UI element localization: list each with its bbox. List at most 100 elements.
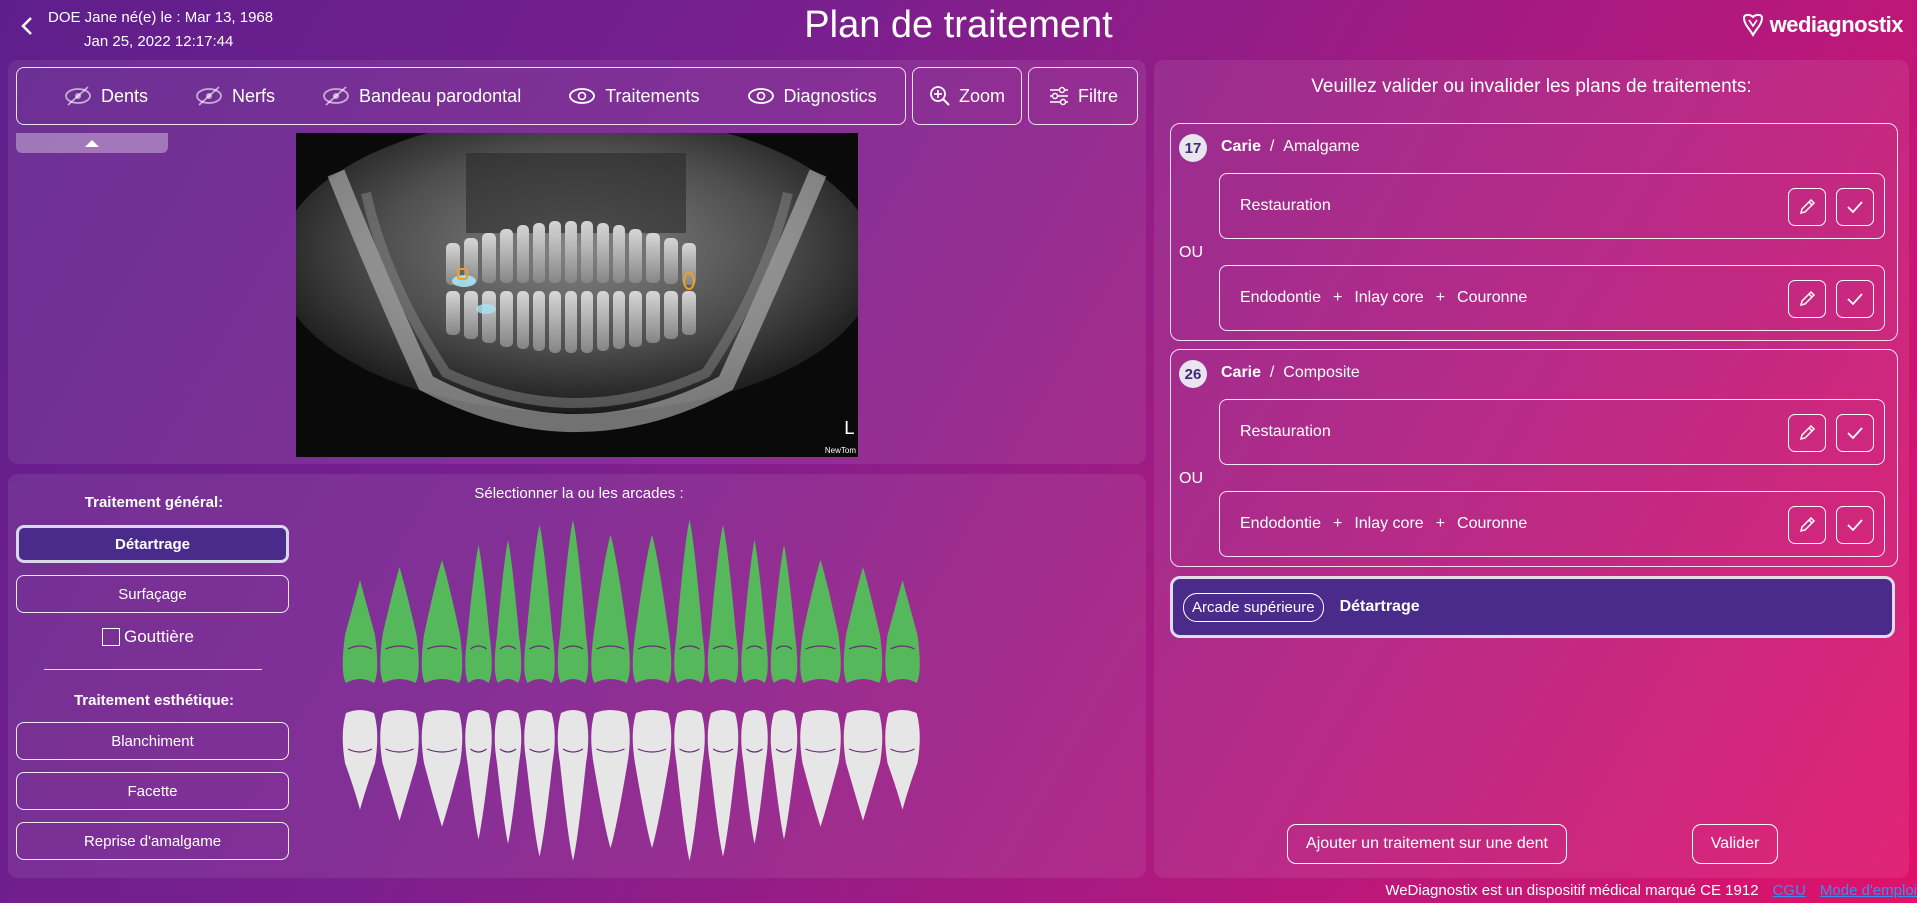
upper-tooth[interactable] [494, 540, 522, 683]
lower-tooth[interactable] [421, 710, 463, 827]
or-separator: OU [1179, 244, 1203, 261]
validate-option-button[interactable] [1836, 188, 1874, 226]
validate-option-button[interactable] [1836, 414, 1874, 452]
validate-button[interactable]: Valider [1692, 824, 1778, 864]
validate-option-button[interactable] [1836, 280, 1874, 318]
arcade-treatment-item[interactable]: Arcade supérieure Détartrage [1170, 576, 1895, 638]
filter-button[interactable]: Filtre [1028, 67, 1138, 125]
treatment-step: Couronne [1457, 515, 1528, 532]
general-treatment-title: Traitement général: [84, 494, 224, 511]
toggle-dents-label: Dents [101, 85, 149, 106]
upper-arch[interactable] [342, 520, 920, 683]
upper-tooth[interactable] [421, 560, 463, 683]
reprise-amalgame-button[interactable]: Reprise d'amalgame [16, 822, 289, 860]
upper-tooth[interactable] [800, 560, 841, 683]
upper-tooth[interactable] [465, 545, 492, 683]
xray-image [296, 133, 858, 457]
upper-tooth[interactable] [591, 535, 630, 683]
eye-slash-icon [196, 86, 222, 106]
upper-tooth[interactable] [342, 580, 378, 683]
checkbox-icon [102, 628, 120, 646]
upper-tooth[interactable] [674, 520, 705, 683]
lower-tooth[interactable] [674, 710, 705, 861]
treatment-option[interactable]: Endodontie + Inlay core + Couronne [1219, 265, 1885, 331]
eye-icon [747, 88, 774, 104]
lower-arch[interactable] [342, 710, 920, 861]
lower-tooth[interactable] [770, 710, 798, 840]
toggle-traitements[interactable]: Traitements [567, 85, 700, 107]
tooth-number-badge: 17 [1179, 134, 1207, 162]
manual-link[interactable]: Mode d'emploi [1820, 882, 1917, 899]
edit-button[interactable] [1788, 188, 1826, 226]
upper-tooth[interactable] [741, 540, 768, 683]
esthetic-treatment-title: Traitement esthétique: [73, 692, 235, 709]
cgu-link[interactable]: CGU [1773, 882, 1806, 899]
lower-tooth[interactable] [494, 710, 522, 844]
treatment-step: Inlay core [1354, 515, 1424, 532]
treatment-step: Couronne [1457, 289, 1528, 306]
edit-button[interactable] [1788, 280, 1826, 318]
page-title: Plan de traitement [804, 4, 1113, 46]
eye-slash-icon [323, 86, 349, 106]
lower-tooth[interactable] [741, 710, 768, 844]
lower-tooth[interactable] [632, 710, 672, 848]
card-diagnosis: Carie / Composite [1221, 364, 1360, 381]
zoom-button[interactable]: Zoom [912, 67, 1022, 125]
toggle-diagnostics[interactable]: Diagnostics [746, 85, 877, 107]
treatment-option[interactable]: Restauration [1219, 399, 1885, 465]
material-label: Composite [1283, 364, 1360, 381]
edit-button[interactable] [1788, 414, 1826, 452]
upper-tooth[interactable] [843, 567, 883, 683]
upper-tooth[interactable] [557, 520, 589, 683]
facette-button[interactable]: Facette [16, 772, 289, 810]
eye-slash-icon [65, 86, 91, 106]
filter-label: Filtre [1078, 85, 1118, 106]
treatment-option[interactable]: Endodontie + Inlay core + Couronne [1219, 491, 1885, 557]
checkmark-icon [1847, 519, 1863, 532]
layer-toolbar: Dents Nerfs Bandeau parodontal Traitemen… [16, 67, 906, 125]
treatment-step: Inlay core [1354, 289, 1424, 306]
panoramic-xray[interactable]: L NewTom [296, 133, 858, 457]
validation-prompt: Veuillez valider ou invalider les plans … [1311, 76, 1752, 97]
toggle-bandeau-label: Bandeau parodontal [359, 85, 522, 106]
lower-tooth[interactable] [380, 710, 419, 821]
treatment-card-26: 26 Carie / Composite Restauration OU End… [1170, 349, 1898, 567]
treatment-step: Endodontie [1240, 515, 1321, 532]
xray-side-marker: L [843, 418, 854, 439]
treatment-step: Restauration [1240, 197, 1331, 214]
collapse-toolbar-tab[interactable] [16, 133, 168, 153]
lower-tooth[interactable] [465, 710, 492, 840]
toggle-diagnostics-label: Diagnostics [783, 85, 877, 106]
ce-notice: WeDiagnostix est un dispositif médical m… [1385, 882, 1759, 899]
lower-tooth[interactable] [524, 710, 555, 857]
upper-tooth[interactable] [707, 525, 739, 683]
lower-tooth[interactable] [591, 710, 630, 848]
detartrage-button[interactable]: Détartrage [16, 525, 289, 563]
upper-tooth[interactable] [632, 535, 672, 683]
arcade-tag[interactable]: Arcade supérieure [1183, 592, 1324, 622]
blanchiment-button[interactable]: Blanchiment [16, 722, 289, 760]
lower-tooth[interactable] [342, 710, 378, 810]
edit-button[interactable] [1788, 506, 1826, 544]
validate-option-button[interactable] [1836, 506, 1874, 544]
gouttiere-checkbox[interactable]: Gouttière [102, 627, 194, 647]
toggle-traitements-label: Traitements [605, 85, 700, 106]
toggle-bandeau-parodontal[interactable]: Bandeau parodontal [321, 85, 521, 107]
upper-tooth[interactable] [770, 545, 798, 683]
lower-tooth[interactable] [885, 710, 920, 810]
toggle-nerfs[interactable]: Nerfs [194, 85, 275, 107]
lower-tooth[interactable] [800, 710, 841, 827]
lower-tooth[interactable] [557, 710, 589, 861]
add-tooth-treatment-button[interactable]: Ajouter un traitement sur une dent [1287, 824, 1567, 864]
wediagnostix-logo: wediagnostix [1740, 12, 1904, 38]
sliders-icon [1050, 86, 1068, 106]
treatment-option[interactable]: Restauration [1219, 173, 1885, 239]
upper-tooth[interactable] [380, 567, 419, 683]
plus-separator: + [1435, 515, 1446, 532]
lower-tooth[interactable] [707, 710, 739, 857]
toggle-dents[interactable]: Dents [63, 85, 148, 107]
lower-tooth[interactable] [843, 710, 883, 821]
upper-tooth[interactable] [885, 580, 920, 683]
surfacage-button[interactable]: Surfaçage [16, 575, 289, 613]
upper-tooth[interactable] [524, 525, 555, 683]
